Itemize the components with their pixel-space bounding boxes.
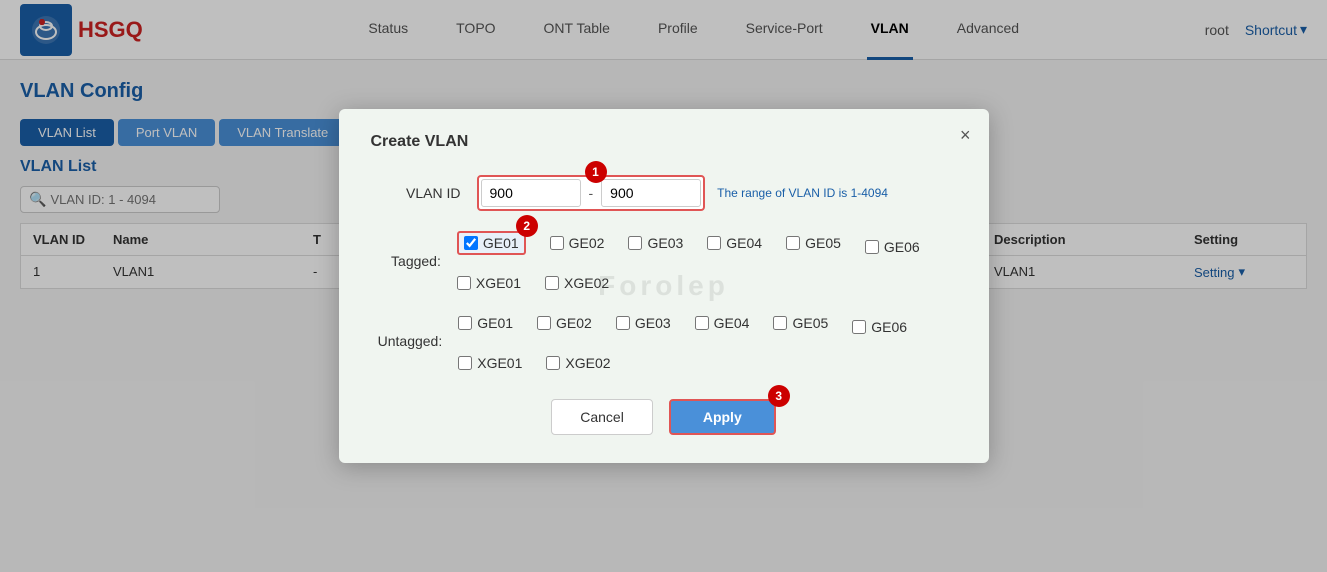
untagged-ge03-checkbox[interactable] bbox=[616, 316, 630, 330]
tagged-xge02-label: XGE02 bbox=[564, 275, 609, 291]
tagged-row: Tagged: GE01 2 GE02 GE03 bbox=[371, 231, 957, 291]
tagged-ge05-label: GE05 bbox=[805, 235, 841, 251]
untagged-ge01-checkbox[interactable] bbox=[458, 316, 472, 330]
tagged-ge01-checkbox[interactable] bbox=[464, 236, 478, 250]
untagged-ge04-item: GE04 bbox=[695, 311, 750, 335]
untagged-ge01-label: GE01 bbox=[477, 315, 513, 331]
page-content: VLAN Config VLAN List Port VLAN VLAN Tra… bbox=[0, 60, 1327, 572]
untagged-xge02-item: XGE02 bbox=[546, 355, 610, 371]
untagged-row: Untagged: GE01 GE02 GE03 bbox=[371, 311, 957, 371]
apply-button[interactable]: Apply bbox=[669, 399, 776, 435]
vlan-range-hint: The range of VLAN ID is 1-4094 bbox=[717, 186, 888, 200]
tagged-ge05-checkbox[interactable] bbox=[786, 236, 800, 250]
dash-separator: - bbox=[589, 185, 594, 201]
modal-title: Create VLAN bbox=[371, 133, 957, 151]
untagged-ge03-item: GE03 bbox=[616, 311, 671, 335]
untagged-ge03-label: GE03 bbox=[635, 315, 671, 331]
untagged-xge01-checkbox[interactable] bbox=[458, 356, 472, 370]
tagged-ge03-item: GE03 bbox=[628, 231, 683, 255]
untagged-xge01-item: XGE01 bbox=[458, 355, 522, 371]
annotation-bubble-1: 1 bbox=[585, 161, 607, 183]
tagged-ge06-item: GE06 bbox=[865, 239, 920, 255]
tagged-ge05-item: GE05 bbox=[786, 231, 841, 255]
untagged-ge04-label: GE04 bbox=[714, 315, 750, 331]
tagged-ge01-label: GE01 bbox=[483, 235, 519, 251]
vlan-id-to-input[interactable] bbox=[601, 179, 701, 207]
tagged-ge02-label: GE02 bbox=[569, 235, 605, 251]
cancel-button[interactable]: Cancel bbox=[551, 399, 653, 435]
tagged-ge02-item: GE02 bbox=[550, 231, 605, 255]
tagged-xge02-checkbox[interactable] bbox=[545, 276, 559, 290]
tagged-ge04-label: GE04 bbox=[726, 235, 762, 251]
tagged-ge06-label: GE06 bbox=[884, 239, 920, 255]
untagged-ge06-item: GE06 bbox=[852, 319, 907, 335]
tagged-ge04-checkbox[interactable] bbox=[707, 236, 721, 250]
untagged-ge05-label: GE05 bbox=[792, 315, 828, 331]
tagged-label: Tagged: bbox=[371, 253, 441, 269]
untagged-ge06-checkbox[interactable] bbox=[852, 320, 866, 334]
untagged-label: Untagged: bbox=[371, 333, 443, 349]
create-vlan-modal: Create VLAN × VLAN ID - The range of VLA… bbox=[339, 109, 989, 463]
tagged-ge03-label: GE03 bbox=[647, 235, 683, 251]
tagged-ge04-item: GE04 bbox=[707, 231, 762, 255]
annotation-bubble-2: 2 bbox=[516, 215, 538, 237]
vlan-id-from-input[interactable] bbox=[481, 179, 581, 207]
untagged-ge04-checkbox[interactable] bbox=[695, 316, 709, 330]
tagged-ge02-checkbox[interactable] bbox=[550, 236, 564, 250]
untagged-ge02-item: GE02 bbox=[537, 311, 592, 335]
modal-close-button[interactable]: × bbox=[960, 125, 971, 146]
untagged-ge05-item: GE05 bbox=[773, 311, 828, 335]
tagged-xge01-label: XGE01 bbox=[476, 275, 521, 291]
untagged-xge01-label: XGE01 bbox=[477, 355, 522, 371]
untagged-xge02-checkbox[interactable] bbox=[546, 356, 560, 370]
untagged-checkbox-group: GE01 GE02 GE03 GE04 bbox=[458, 311, 956, 371]
tagged-ge06-checkbox[interactable] bbox=[865, 240, 879, 254]
apply-button-wrap: Apply 3 bbox=[669, 399, 776, 435]
tagged-ge03-checkbox[interactable] bbox=[628, 236, 642, 250]
untagged-ge01-item: GE01 bbox=[458, 311, 513, 335]
tagged-xge02-item: XGE02 bbox=[545, 275, 609, 291]
untagged-ge05-checkbox[interactable] bbox=[773, 316, 787, 330]
tagged-ge01-item: GE01 2 bbox=[457, 231, 526, 255]
tagged-xge01-item: XGE01 bbox=[457, 275, 521, 291]
annotation-bubble-3: 3 bbox=[768, 385, 790, 407]
modal-footer: Cancel Apply 3 bbox=[371, 399, 957, 435]
untagged-ge06-label: GE06 bbox=[871, 319, 907, 335]
vlan-id-label: VLAN ID bbox=[371, 185, 461, 201]
untagged-xge02-label: XGE02 bbox=[565, 355, 610, 371]
modal-overlay: Create VLAN × VLAN ID - The range of VLA… bbox=[0, 0, 1327, 572]
untagged-ge02-checkbox[interactable] bbox=[537, 316, 551, 330]
vlan-id-row: VLAN ID - The range of VLAN ID is 1-4094… bbox=[371, 175, 957, 211]
tagged-checkbox-group: GE01 2 GE02 GE03 GE04 bbox=[457, 231, 957, 291]
tagged-xge01-checkbox[interactable] bbox=[457, 276, 471, 290]
untagged-ge02-label: GE02 bbox=[556, 315, 592, 331]
